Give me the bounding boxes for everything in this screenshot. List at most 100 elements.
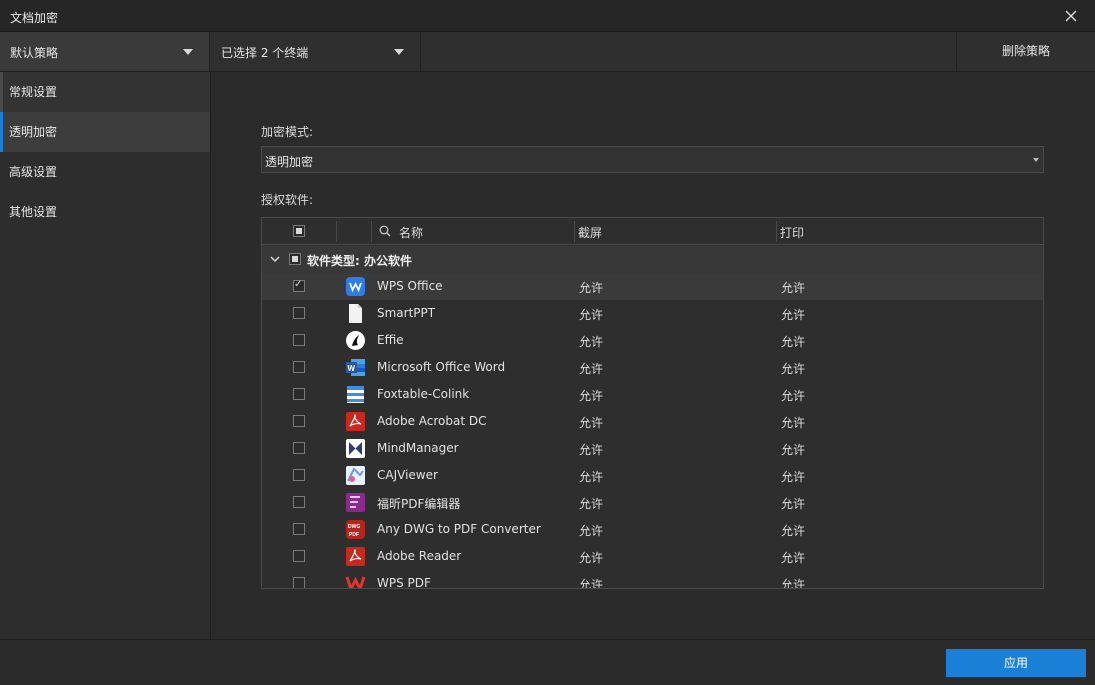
- app-name: Effie: [377, 333, 404, 347]
- print-permission[interactable]: 允许: [781, 414, 805, 431]
- policy-select[interactable]: 默认策略: [0, 32, 210, 71]
- group-checkbox[interactable]: [289, 253, 301, 265]
- policy-select-value: 默认策略: [10, 46, 59, 60]
- screenshot-permission[interactable]: 允许: [579, 441, 603, 458]
- app-name: WPS PDF: [377, 576, 431, 589]
- group-row-office-software[interactable]: 软件类型: 办公软件: [262, 246, 1043, 273]
- print-permission[interactable]: 允许: [781, 387, 805, 404]
- table-row[interactable]: CAJViewer 允许 允许: [262, 462, 1043, 489]
- software-rows: WPS Office允许允许SmartPPT允许允许Effie允许允许WMicr…: [262, 273, 1043, 589]
- chevron-down-icon: [183, 49, 193, 55]
- terminal-select[interactable]: 已选择 2 个终端: [211, 32, 421, 71]
- print-permission[interactable]: 允许: [781, 576, 805, 588]
- row-checkbox[interactable]: [293, 307, 305, 319]
- table-row[interactable]: WPS PDF 允许 允许: [262, 570, 1043, 589]
- screenshot-permission[interactable]: 允许: [579, 333, 603, 350]
- screenshot-permission[interactable]: 允许: [579, 576, 603, 588]
- search-icon[interactable]: [379, 225, 391, 237]
- row-checkbox[interactable]: [293, 279, 305, 292]
- row-checkbox[interactable]: [293, 334, 305, 346]
- sidebar-item-label: 高级设置: [9, 165, 58, 179]
- sidebar: 常规设置 透明加密 高级设置 其他设置: [0, 72, 211, 639]
- table-row[interactable]: W Microsoft Office Word 允许 允许: [262, 354, 1043, 381]
- screenshot-permission[interactable]: 允许: [579, 522, 603, 539]
- app-name: Any DWG to PDF Converter: [377, 522, 541, 536]
- wps-pdf-icon: [345, 576, 366, 588]
- main-panel: 加密模式: 透明加密 授权软件: 名称 截屏 打印 软件类型: 办公软件 ✓ W…: [211, 72, 1095, 639]
- table-row[interactable]: DWG PDF Any DWG to PDF Converter 允许 允许: [262, 516, 1043, 543]
- print-permission[interactable]: 允许: [781, 549, 805, 566]
- screenshot-permission[interactable]: 允许: [579, 549, 603, 566]
- table-row[interactable]: Effie 允许 允许: [262, 327, 1043, 354]
- print-permission[interactable]: 允许: [781, 441, 805, 458]
- screenshot-permission[interactable]: 允许: [579, 495, 603, 512]
- wps-office-icon: [346, 277, 365, 296]
- table-row[interactable]: SmartPPT 允许 允许: [262, 300, 1043, 327]
- group-label: 软件类型: 办公软件: [307, 254, 412, 268]
- app-name: 福昕PDF编辑器: [377, 497, 461, 511]
- delete-policy-button[interactable]: 删除策略: [956, 32, 1095, 71]
- print-permission[interactable]: 允许: [781, 306, 805, 323]
- table-row[interactable]: 福昕PDF编辑器 允许 允许: [262, 489, 1043, 516]
- column-header-name[interactable]: 名称: [399, 224, 423, 241]
- row-checkbox[interactable]: [293, 550, 305, 562]
- app-name: WPS Office: [377, 279, 443, 293]
- row-checkbox[interactable]: [293, 361, 305, 373]
- table-row[interactable]: Foxtable-Colink 允许 允许: [262, 381, 1043, 408]
- column-header-print[interactable]: 打印: [780, 224, 804, 241]
- print-permission[interactable]: 允许: [781, 360, 805, 377]
- table-row[interactable]: Adobe Reader 允许 允许: [262, 543, 1043, 570]
- screenshot-permission[interactable]: 允许: [579, 306, 603, 323]
- app-name: CAJViewer: [377, 468, 438, 482]
- window-title: 文档加密: [10, 11, 59, 25]
- print-permission[interactable]: 允许: [781, 333, 805, 350]
- encryption-mode-select[interactable]: 透明加密: [261, 146, 1044, 173]
- app-name: SmartPPT: [377, 306, 436, 320]
- adobe-reader-icon: [346, 547, 365, 566]
- svg-text:W: W: [348, 364, 356, 373]
- row-checkbox[interactable]: [293, 415, 305, 427]
- foxtable-icon: [347, 386, 364, 403]
- column-divider: [336, 221, 337, 242]
- row-checkbox[interactable]: [293, 388, 305, 400]
- app-name: Adobe Acrobat DC: [377, 414, 487, 428]
- chevron-down-icon: [1033, 158, 1039, 162]
- print-permission[interactable]: 允许: [781, 468, 805, 485]
- document-icon: [349, 304, 362, 323]
- row-checkbox[interactable]: [293, 469, 305, 481]
- table-row[interactable]: WPS Office 允许 允许: [262, 273, 1043, 300]
- close-icon[interactable]: [1063, 8, 1079, 24]
- sidebar-item-other[interactable]: 其他设置: [0, 192, 210, 232]
- print-permission[interactable]: 允许: [781, 279, 805, 296]
- software-table: 名称 截屏 打印 软件类型: 办公软件 WPS Office允许允许SmartP…: [261, 217, 1044, 589]
- screenshot-permission[interactable]: 允许: [579, 387, 603, 404]
- row-checkbox[interactable]: [293, 577, 305, 588]
- table-row[interactable]: MindManager 允许 允许: [262, 435, 1043, 462]
- screenshot-permission[interactable]: 允许: [579, 414, 603, 431]
- print-permission[interactable]: 允许: [781, 522, 805, 539]
- authorized-software-label: 授权软件:: [261, 193, 314, 207]
- sidebar-item-advanced[interactable]: 高级设置: [0, 152, 210, 192]
- title-bar: 文档加密: [0, 0, 1095, 32]
- chevron-down-icon: [394, 49, 404, 55]
- print-permission[interactable]: 允许: [781, 495, 805, 512]
- screenshot-permission[interactable]: 允许: [579, 360, 603, 377]
- row-checkbox[interactable]: [293, 496, 305, 508]
- screenshot-permission[interactable]: 允许: [579, 279, 603, 296]
- column-header-screenshot[interactable]: 截屏: [578, 224, 602, 241]
- sidebar-item-label: 其他设置: [9, 205, 58, 219]
- row-checkbox[interactable]: [293, 523, 305, 535]
- mindmanager-icon: [346, 439, 365, 458]
- chevron-down-icon[interactable]: [270, 254, 280, 264]
- table-row[interactable]: Adobe Acrobat DC 允许 允许: [262, 408, 1043, 435]
- encryption-mode-label: 加密模式:: [261, 125, 314, 139]
- select-all-checkbox[interactable]: [293, 225, 305, 237]
- row-checkbox[interactable]: [293, 442, 305, 454]
- screenshot-permission[interactable]: 允许: [579, 468, 603, 485]
- apply-button[interactable]: 应用: [946, 649, 1086, 677]
- app-name: MindManager: [377, 441, 459, 455]
- sidebar-item-general[interactable]: 常规设置: [0, 72, 210, 112]
- sidebar-item-transparent-encryption[interactable]: 透明加密: [0, 112, 210, 152]
- svg-text:DWG: DWG: [348, 524, 360, 530]
- effie-icon: [346, 331, 365, 350]
